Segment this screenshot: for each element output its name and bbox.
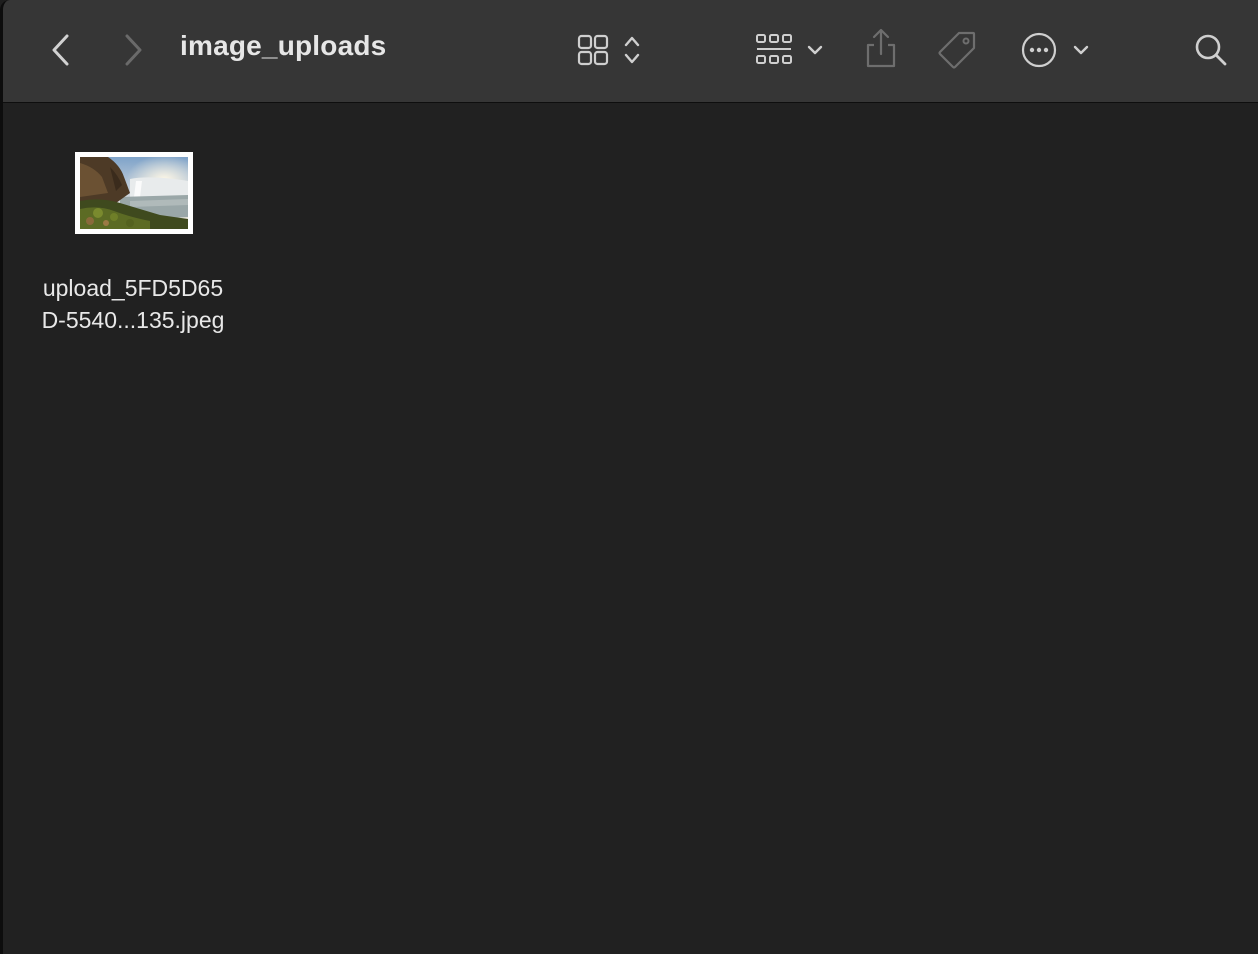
up-down-chevron-icon bbox=[624, 36, 640, 64]
search-button[interactable] bbox=[1189, 28, 1233, 72]
grid-view-icon bbox=[577, 34, 609, 66]
file-name-line-1: upload_5FD5D65 bbox=[42, 275, 224, 301]
toolbar: image_uploads bbox=[3, 0, 1258, 103]
forward-button[interactable] bbox=[113, 28, 153, 72]
chevron-down-icon bbox=[1073, 45, 1089, 55]
group-by-icon bbox=[756, 34, 792, 64]
window-title: image_uploads bbox=[180, 30, 387, 61]
finder-window: image_uploads upload_5FD5D65 D-5540...13… bbox=[0, 0, 1258, 954]
file-name[interactable]: upload_5FD5D65 D-5540...135.jpeg bbox=[25, 272, 241, 336]
file-browser-area[interactable]: upload_5FD5D65 D-5540...135.jpeg bbox=[3, 104, 1258, 954]
chevron-left-icon bbox=[52, 34, 69, 66]
chevron-right-icon bbox=[125, 34, 142, 66]
file-name-line-2: D-5540...135.jpeg bbox=[41, 307, 225, 333]
more-actions-button[interactable] bbox=[1017, 28, 1093, 72]
tag-button[interactable] bbox=[935, 28, 979, 72]
chevron-down-icon bbox=[807, 45, 823, 55]
file-thumbnail[interactable] bbox=[75, 152, 193, 234]
share-button[interactable] bbox=[859, 24, 903, 72]
ellipsis-circle-icon bbox=[1021, 32, 1057, 68]
group-by-button[interactable] bbox=[749, 28, 829, 72]
view-mode-button[interactable] bbox=[569, 28, 649, 72]
search-icon bbox=[1195, 34, 1227, 66]
back-button[interactable] bbox=[41, 28, 81, 72]
waterfall-landscape-image bbox=[80, 157, 188, 229]
tag-icon bbox=[938, 31, 976, 69]
share-icon bbox=[866, 28, 896, 68]
